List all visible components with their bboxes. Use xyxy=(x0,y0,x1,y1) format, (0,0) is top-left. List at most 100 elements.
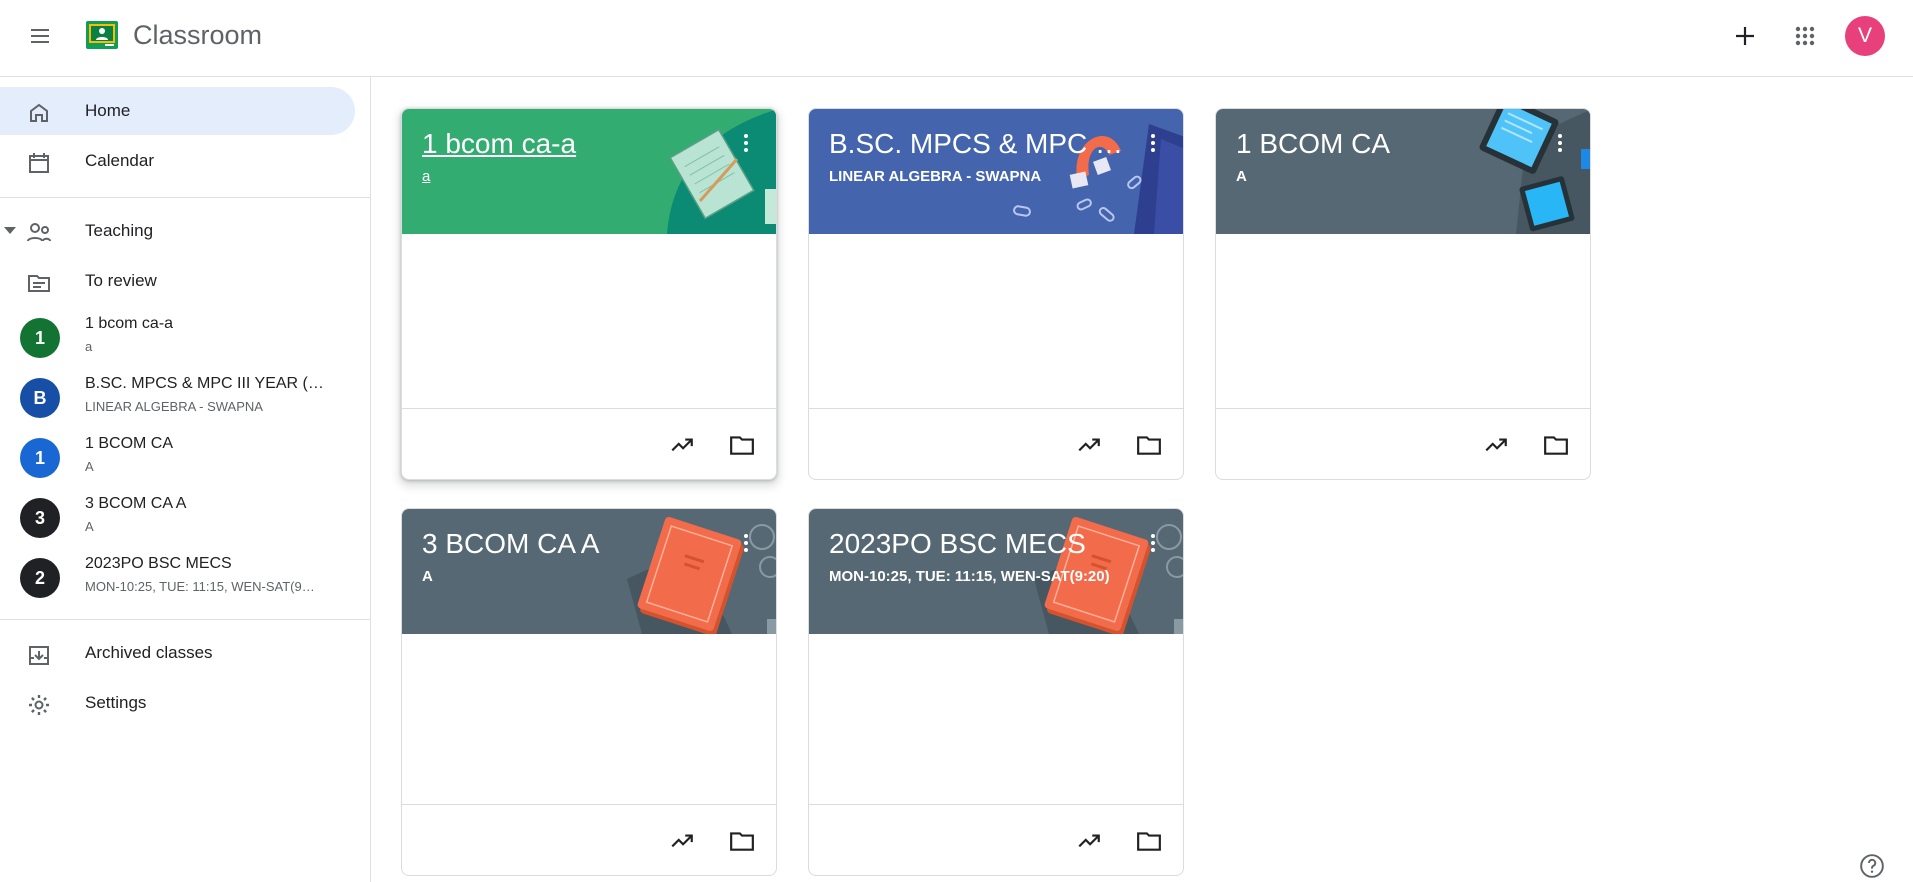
trending-up-icon xyxy=(1078,438,1100,452)
teaching-icon xyxy=(25,219,53,247)
sidebar-item-label: Teaching xyxy=(85,221,154,240)
class-card[interactable]: 1 BCOM CA A xyxy=(1215,108,1591,480)
sidebar-item-label: Archived classes xyxy=(85,643,213,662)
class-card-section[interactable]: A xyxy=(1236,168,1247,185)
class-card-section[interactable]: A xyxy=(422,568,433,585)
class-card-title[interactable]: 1 BCOM CA xyxy=(1236,128,1536,160)
top-bar: Classroom V xyxy=(0,0,1913,77)
more-options-icon[interactable] xyxy=(1546,129,1574,157)
classroom-logo-icon[interactable] xyxy=(86,21,118,49)
collapse-caret-icon[interactable] xyxy=(4,227,16,234)
class-card-footer xyxy=(809,408,1183,479)
trending-up-icon xyxy=(1078,834,1100,848)
sidebar-item-to-review[interactable]: To review xyxy=(0,257,355,305)
apps-grid-icon xyxy=(1795,26,1815,46)
sidebar-item-archived-classes[interactable]: Archived classes xyxy=(0,629,355,677)
gradebook-button[interactable] xyxy=(662,425,702,465)
class-card-title[interactable]: B.SC. MPCS & MPC III… xyxy=(829,128,1129,160)
class-name: 1 BCOM CA xyxy=(85,435,174,452)
class-folder-button[interactable] xyxy=(722,821,762,861)
more-options-icon[interactable] xyxy=(1139,129,1167,157)
sidebar-item-label: Calendar xyxy=(85,151,154,170)
class-card-header[interactable]: 3 BCOM CA A A xyxy=(402,509,776,634)
class-folder-button[interactable] xyxy=(1129,425,1169,465)
gradebook-button[interactable] xyxy=(662,821,702,861)
sidebar-divider xyxy=(0,619,371,620)
class-name: 2023PO BSC MECS xyxy=(85,555,232,572)
calendar-icon xyxy=(25,149,53,177)
class-initial-avatar: B xyxy=(20,378,60,418)
class-folder-button[interactable] xyxy=(722,425,762,465)
sidebar-class-item[interactable]: B B.SC. MPCS & MPC III YEAR (… LINEAR AL… xyxy=(0,369,355,427)
help-button[interactable] xyxy=(1858,852,1886,880)
class-card-header[interactable]: B.SC. MPCS & MPC III… LINEAR ALGEBRA - S… xyxy=(809,109,1183,234)
class-name: 3 BCOM CA A xyxy=(85,495,187,512)
help-icon xyxy=(1860,854,1884,878)
folder-icon xyxy=(730,436,754,455)
sidebar-item-label: Home xyxy=(85,101,131,120)
sidebar-item-teaching[interactable]: Teaching xyxy=(0,207,355,255)
class-card[interactable]: 2023PO BSC MECS MON-10:25, TUE: 11:15, W… xyxy=(808,508,1184,876)
sidebar-divider xyxy=(0,197,371,198)
account-avatar[interactable]: V xyxy=(1845,16,1885,56)
google-apps-button[interactable] xyxy=(1785,16,1825,56)
main-menu-button[interactable] xyxy=(16,16,64,56)
class-card-title[interactable]: 3 BCOM CA A xyxy=(422,528,722,560)
class-card[interactable]: B.SC. MPCS & MPC III… LINEAR ALGEBRA - S… xyxy=(808,108,1184,480)
gradebook-button[interactable] xyxy=(1069,821,1109,861)
home-icon xyxy=(25,99,53,127)
to-review-folder-icon xyxy=(25,269,53,297)
class-card-section[interactable]: a xyxy=(422,168,430,185)
gradebook-button[interactable] xyxy=(1476,425,1516,465)
app-title[interactable]: Classroom xyxy=(133,20,262,51)
class-section: LINEAR ALGEBRA - SWAPNA xyxy=(85,399,263,414)
class-section: a xyxy=(85,339,93,354)
folder-icon xyxy=(1137,436,1161,455)
class-section: MON-10:25, TUE: 11:15, WEN-SAT(9… xyxy=(85,579,315,594)
trending-up-icon xyxy=(671,834,693,848)
more-options-icon[interactable] xyxy=(732,529,760,557)
create-join-class-button[interactable] xyxy=(1725,16,1765,56)
sidebar-class-item[interactable]: 1 1 bcom ca-a a xyxy=(0,309,355,367)
class-name: 1 bcom ca-a xyxy=(85,315,174,332)
class-name: B.SC. MPCS & MPC III YEAR (… xyxy=(85,375,324,392)
class-card-footer xyxy=(402,408,776,479)
class-section: A xyxy=(85,519,94,534)
sidebar-class-item[interactable]: 3 3 BCOM CA A A xyxy=(0,489,355,547)
more-options-icon[interactable] xyxy=(732,129,760,157)
class-card-footer xyxy=(809,804,1183,875)
class-card-footer xyxy=(1216,408,1590,479)
class-card[interactable]: 1 bcom ca-a a xyxy=(401,108,777,480)
more-options-icon[interactable] xyxy=(1139,529,1167,557)
folder-icon xyxy=(730,832,754,851)
plus-icon xyxy=(1736,27,1754,45)
sidebar-item-settings[interactable]: Settings xyxy=(0,679,355,727)
class-initial-avatar: 3 xyxy=(20,498,60,538)
gradebook-button[interactable] xyxy=(1069,425,1109,465)
trending-up-icon xyxy=(671,438,693,452)
class-initial-avatar: 2 xyxy=(20,558,60,598)
class-card-header[interactable]: 1 BCOM CA A xyxy=(1216,109,1590,234)
sidebar-class-item[interactable]: 2 2023PO BSC MECS MON-10:25, TUE: 11:15,… xyxy=(0,549,355,607)
class-card-section[interactable]: LINEAR ALGEBRA - SWAPNA xyxy=(829,168,1041,185)
class-card-section[interactable]: MON-10:25, TUE: 11:15, WEN-SAT(9:20) xyxy=(829,568,1110,585)
class-card-header[interactable]: 1 bcom ca-a a xyxy=(402,109,776,234)
folder-icon xyxy=(1544,436,1568,455)
sidebar-item-label: To review xyxy=(85,271,157,290)
sidebar-item-home[interactable]: Home xyxy=(0,87,355,135)
sidebar: Home Calendar Teaching To review 1 1 bco… xyxy=(0,77,371,882)
class-card-title[interactable]: 2023PO BSC MECS xyxy=(829,528,1129,560)
trending-up-icon xyxy=(1485,438,1507,452)
class-card-footer xyxy=(402,804,776,875)
class-card-title[interactable]: 1 bcom ca-a xyxy=(422,128,722,160)
hamburger-icon xyxy=(31,29,49,43)
archive-icon xyxy=(25,641,53,669)
class-folder-button[interactable] xyxy=(1129,821,1169,861)
sidebar-class-item[interactable]: 1 1 BCOM CA A xyxy=(0,429,355,487)
gear-icon xyxy=(25,691,53,719)
sidebar-item-label: Settings xyxy=(85,693,147,712)
class-card-header[interactable]: 2023PO BSC MECS MON-10:25, TUE: 11:15, W… xyxy=(809,509,1183,634)
sidebar-item-calendar[interactable]: Calendar xyxy=(0,137,355,185)
class-card[interactable]: 3 BCOM CA A A xyxy=(401,508,777,876)
class-folder-button[interactable] xyxy=(1536,425,1576,465)
